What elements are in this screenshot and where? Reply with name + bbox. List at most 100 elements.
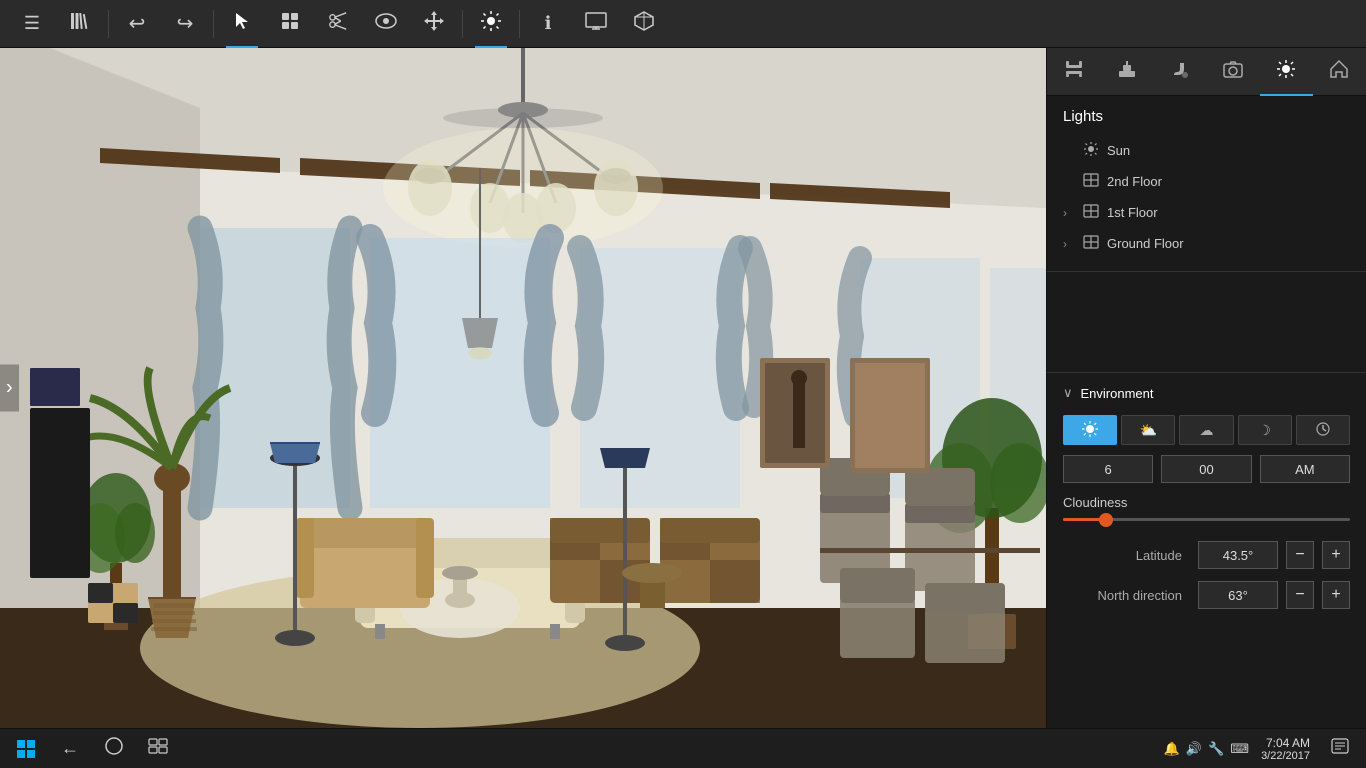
box3d-button[interactable] bbox=[620, 0, 668, 48]
volume-icon[interactable]: 🔊 bbox=[1186, 741, 1202, 757]
latitude-value[interactable]: 43.5° bbox=[1198, 541, 1278, 569]
env-chevron: ∨ bbox=[1063, 385, 1073, 401]
clock[interactable]: 7:04 AM 3/22/2017 bbox=[1261, 736, 1310, 762]
move-icon bbox=[424, 10, 444, 37]
taskbar-right: 🔔 🔊 🔧 ⌨ 7:04 AM 3/22/2017 bbox=[1164, 731, 1358, 767]
viewport[interactable]: › bbox=[0, 48, 1046, 728]
panel-home-button[interactable] bbox=[1313, 48, 1366, 96]
keyboard-icon[interactable]: ⌨ bbox=[1230, 741, 1249, 757]
env-night-button[interactable]: ☽ bbox=[1238, 415, 1292, 445]
light-item-ground-floor[interactable]: › Ground Floor bbox=[1047, 228, 1366, 259]
latitude-increase-button[interactable]: + bbox=[1322, 541, 1350, 569]
north-direction-value[interactable]: 63° bbox=[1198, 581, 1278, 609]
back-icon: ← bbox=[61, 738, 79, 759]
cloudiness-slider[interactable] bbox=[1047, 518, 1366, 535]
search-button[interactable] bbox=[96, 731, 132, 767]
cloudiness-track bbox=[1063, 518, 1350, 521]
right-panel: Lights › bbox=[1046, 48, 1366, 728]
chevron-right-icon: › bbox=[6, 377, 13, 399]
redo-button[interactable]: ↪ bbox=[161, 0, 209, 48]
environment-section: ∨ Environment bbox=[1047, 372, 1366, 627]
eye-icon bbox=[375, 13, 397, 34]
toolbar-sep-2 bbox=[213, 10, 214, 38]
panel-camera-button[interactable] bbox=[1207, 48, 1260, 96]
search-icon bbox=[104, 736, 124, 761]
1st-floor-label: 1st Floor bbox=[1107, 205, 1350, 220]
objects-button[interactable] bbox=[266, 0, 314, 48]
menu-icon: ☰ bbox=[24, 13, 40, 34]
select-button[interactable] bbox=[218, 0, 266, 48]
floor-icon-1 bbox=[1083, 203, 1099, 222]
system-tray: 🔔 🔊 🔧 ⌨ bbox=[1164, 741, 1249, 757]
info-button[interactable]: ℹ bbox=[524, 0, 572, 48]
light-item-1st-floor[interactable]: › 1st Floor bbox=[1047, 197, 1366, 228]
redo-icon: ↪ bbox=[177, 11, 194, 36]
clock-icon bbox=[1315, 421, 1331, 440]
home-icon bbox=[1329, 59, 1349, 84]
latitude-decrease-button[interactable]: − bbox=[1286, 541, 1314, 569]
panel-sun-icon bbox=[1276, 59, 1296, 84]
partly-cloudy-icon: ⛅ bbox=[1140, 422, 1157, 439]
view-button[interactable] bbox=[362, 0, 410, 48]
panel-tools-button[interactable] bbox=[1047, 48, 1100, 96]
env-time-buttons: ⛅ ☁ ☽ bbox=[1047, 411, 1366, 455]
sun-toolbar-button[interactable] bbox=[467, 0, 515, 48]
task-view-button[interactable] bbox=[140, 731, 176, 767]
lights-title: Lights bbox=[1047, 108, 1366, 135]
env-partly-cloudy-button[interactable]: ⛅ bbox=[1121, 415, 1175, 445]
taskbar: ← 🔔 🔊 🔧 bbox=[0, 728, 1366, 768]
light-item-2nd-floor[interactable]: › 2nd Floor bbox=[1047, 166, 1366, 197]
panel-build-button[interactable] bbox=[1100, 48, 1153, 96]
scene bbox=[0, 48, 1046, 728]
network-icon[interactable]: 🔧 bbox=[1208, 741, 1224, 757]
box3d-icon bbox=[633, 10, 655, 37]
panel-scroll[interactable]: Lights › bbox=[1047, 96, 1366, 728]
cloudiness-thumb[interactable] bbox=[1099, 513, 1113, 527]
2nd-floor-label: 2nd Floor bbox=[1107, 174, 1350, 189]
paint-icon bbox=[1170, 59, 1190, 84]
night-icon: ☽ bbox=[1258, 422, 1271, 439]
library-button[interactable] bbox=[56, 0, 104, 48]
windows-start-button[interactable] bbox=[8, 731, 44, 767]
env-cloudy-button[interactable]: ☁ bbox=[1179, 415, 1233, 445]
toolbar-sep-1 bbox=[108, 10, 109, 38]
clock-time: 7:04 AM bbox=[1261, 736, 1310, 750]
clock-date: 3/22/2017 bbox=[1261, 750, 1310, 762]
north-increase-button[interactable]: + bbox=[1322, 581, 1350, 609]
latitude-row: Latitude 43.5° − + bbox=[1047, 535, 1366, 575]
cut-button[interactable] bbox=[314, 0, 362, 48]
notification-center-button[interactable] bbox=[1322, 731, 1358, 767]
main-area: › bbox=[0, 48, 1366, 728]
display-button[interactable] bbox=[572, 0, 620, 48]
environment-title: Environment bbox=[1081, 386, 1154, 401]
light-item-sun[interactable]: › Sun bbox=[1047, 135, 1366, 166]
north-decrease-button[interactable]: − bbox=[1286, 581, 1314, 609]
undo-button[interactable]: ↩ bbox=[113, 0, 161, 48]
env-time-of-day-button[interactable] bbox=[1296, 415, 1350, 445]
top-toolbar: ☰ ↩ ↪ bbox=[0, 0, 1366, 48]
build-icon bbox=[1117, 59, 1137, 84]
panel-lights-button[interactable] bbox=[1260, 48, 1313, 96]
north-direction-label: North direction bbox=[1063, 588, 1190, 603]
floor-icon-2 bbox=[1083, 172, 1099, 191]
menu-button[interactable]: ☰ bbox=[8, 0, 56, 48]
environment-header[interactable]: ∨ Environment bbox=[1047, 385, 1366, 411]
time-ampm-input[interactable]: AM bbox=[1260, 455, 1350, 483]
time-hour-input[interactable]: 6 bbox=[1063, 455, 1153, 483]
back-button[interactable]: ← bbox=[52, 731, 88, 767]
cloudy-icon: ☁ bbox=[1200, 422, 1214, 439]
sun-light-icon bbox=[1083, 141, 1099, 160]
select-icon bbox=[232, 11, 252, 36]
time-min-input[interactable]: 00 bbox=[1161, 455, 1251, 483]
viewport-nav-left[interactable]: › bbox=[0, 365, 19, 412]
notifications-icon[interactable]: 🔔 bbox=[1164, 741, 1180, 757]
display-icon bbox=[585, 12, 607, 35]
groundfloor-chevron: › bbox=[1063, 237, 1075, 251]
lights-section: Lights › bbox=[1047, 96, 1366, 272]
sun-toolbar-icon bbox=[480, 10, 502, 37]
move-button[interactable] bbox=[410, 0, 458, 48]
north-direction-row: North direction 63° − + bbox=[1047, 575, 1366, 615]
notification-center-icon bbox=[1331, 738, 1349, 759]
panel-paint-button[interactable] bbox=[1153, 48, 1206, 96]
env-clear-sky-button[interactable] bbox=[1063, 415, 1117, 445]
